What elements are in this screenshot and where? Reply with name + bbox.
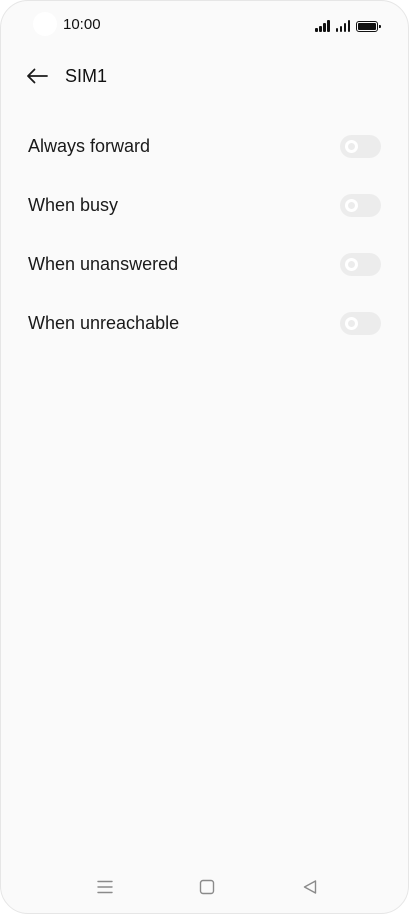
back-arrow-icon xyxy=(27,68,48,84)
signal-sim1-icon xyxy=(315,20,330,32)
when-unanswered-row[interactable]: When unanswered xyxy=(1,235,408,294)
battery-icon xyxy=(356,21,381,32)
status-icons xyxy=(315,16,381,32)
system-navigation-bar xyxy=(1,875,408,899)
signal-sim2-icon xyxy=(335,20,350,32)
when-unanswered-toggle[interactable] xyxy=(340,253,381,276)
row-label: Always forward xyxy=(28,136,151,156)
camera-cutout xyxy=(33,12,57,36)
menu-icon xyxy=(97,880,113,894)
when-busy-toggle[interactable] xyxy=(340,194,381,217)
app-header: SIM1 xyxy=(1,53,408,99)
back-nav-button[interactable] xyxy=(298,875,322,899)
always-forward-toggle[interactable] xyxy=(340,135,381,158)
page-title: SIM1 xyxy=(65,65,108,86)
toggle-knob xyxy=(345,140,358,153)
triangle-back-icon xyxy=(303,880,317,894)
toggle-knob xyxy=(345,317,358,330)
when-unreachable-row[interactable]: When unreachable xyxy=(1,294,408,353)
home-square-icon xyxy=(199,879,215,895)
row-label: When busy xyxy=(28,195,119,215)
back-button[interactable] xyxy=(23,62,51,90)
when-busy-row[interactable]: When busy xyxy=(1,176,408,235)
toggle-knob xyxy=(345,199,358,212)
status-bar: 10:00 xyxy=(1,1,408,47)
status-time: 10:00 xyxy=(63,16,101,33)
row-label: When unanswered xyxy=(28,254,179,274)
toggle-knob xyxy=(345,258,358,271)
always-forward-row[interactable]: Always forward xyxy=(1,117,408,176)
row-label: When unreachable xyxy=(28,313,180,333)
home-button[interactable] xyxy=(195,875,219,899)
call-forwarding-list: Always forward When busy When unanswered… xyxy=(1,117,408,353)
when-unreachable-toggle[interactable] xyxy=(340,312,381,335)
phone-screen: 10:00 SIM1 Always forward When busy When… xyxy=(0,0,409,914)
recents-button[interactable] xyxy=(93,875,117,899)
